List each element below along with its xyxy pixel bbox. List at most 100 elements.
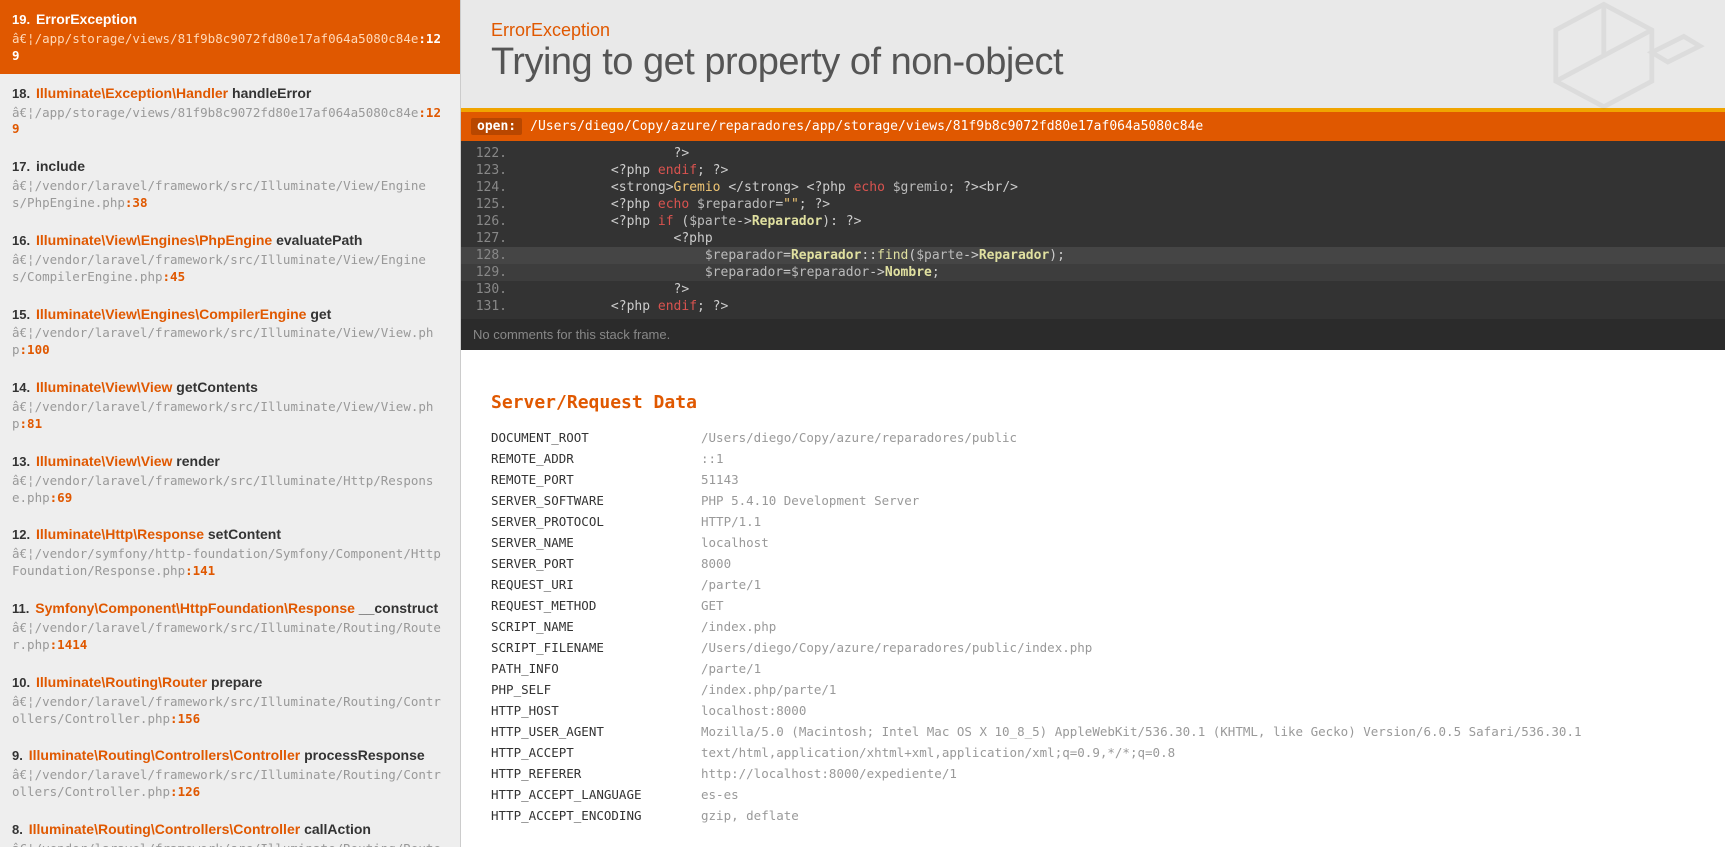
frame-number: 9. <box>12 748 23 763</box>
stack-frame[interactable]: 13. Illuminate\View\View renderâ€¦/vendo… <box>0 442 460 516</box>
server-row: SERVER_NAMElocalhost <box>491 532 1695 553</box>
stack-frame[interactable]: 15. Illuminate\View\Engines\CompilerEngi… <box>0 295 460 369</box>
code-line: 131. <?php endif; ?> <box>461 298 1725 315</box>
source-code: 122. ?>123. <?php endif; ?>124. <strong>… <box>461 141 1725 319</box>
frame-number: 18. <box>12 86 30 101</box>
open-label: open: <box>471 118 522 135</box>
frame-path: â€¦/vendor/laravel/framework/src/Illumin… <box>12 325 448 359</box>
stack-frame[interactable]: 8. Illuminate\Routing\Controllers\Contro… <box>0 810 460 847</box>
frame-number: 15. <box>12 307 30 322</box>
server-row: HTTP_ACCEPTtext/html,application/xhtml+x… <box>491 742 1695 763</box>
code-line: 129. $reparador=$reparador->Nombre; <box>461 264 1725 281</box>
stack-frame[interactable]: 14. Illuminate\View\View getContents â€¦/… <box>0 368 460 442</box>
frame-path: â€¦/app/storage/views/81f9b8c9072fd80e17… <box>12 31 448 65</box>
server-key: HTTP_ACCEPT <box>491 742 701 763</box>
frame-method: prepare <box>211 674 262 690</box>
stack-frame[interactable]: 16. Illuminate\View\Engines\PhpEngine ev… <box>0 221 460 295</box>
server-value: localhost:8000 <box>701 700 1695 721</box>
frame-method: include <box>36 158 85 174</box>
server-value: /parte/1 <box>701 574 1695 595</box>
server-key: SERVER_NAME <box>491 532 701 553</box>
source-panel: open: /Users/diego/Copy/azure/reparadore… <box>461 112 1725 350</box>
frame-path: â€¦/vendor/laravel/framework/src/Illumin… <box>12 252 448 286</box>
exception-message: Trying to get property of non-object <box>491 41 1695 84</box>
frame-method: evaluatePath <box>276 232 362 248</box>
frame-number: 14. <box>12 380 30 395</box>
exception-name: ErrorException <box>491 20 1695 41</box>
frame-path: â€¦/vendor/laravel/framework/src/Illumin… <box>12 694 448 728</box>
frame-class: Illuminate\Http\Response <box>36 526 204 542</box>
server-key: HTTP_REFERER <box>491 763 701 784</box>
server-data-table: DOCUMENT_ROOT/Users/diego/Copy/azure/rep… <box>491 427 1695 826</box>
frame-comments: No comments for this stack frame. <box>461 319 1725 350</box>
server-key: SERVER_SOFTWARE <box>491 490 701 511</box>
stack-frame[interactable]: 9. Illuminate\Routing\Controllers\Contro… <box>0 736 460 810</box>
server-value: PHP 5.4.10 Development Server <box>701 490 1695 511</box>
server-row: HTTP_ACCEPT_ENCODINGgzip, deflate <box>491 805 1695 826</box>
code-line: 122. ?> <box>461 145 1725 162</box>
server-key: HTTP_USER_AGENT <box>491 721 701 742</box>
stack-frame[interactable]: 18. Illuminate\Exception\Handler handleE… <box>0 74 460 148</box>
stack-frame[interactable]: 10. Illuminate\Routing\Router prepare â€¦… <box>0 663 460 737</box>
server-data-title: Server/Request Data <box>461 350 1725 427</box>
server-row: SERVER_SOFTWAREPHP 5.4.10 Development Se… <box>491 490 1695 511</box>
server-value: /Users/diego/Copy/azure/reparadores/publ… <box>701 427 1695 448</box>
server-key: HTTP_HOST <box>491 700 701 721</box>
server-key: HTTP_ACCEPT_ENCODING <box>491 805 701 826</box>
server-row: SERVER_PROTOCOLHTTP/1.1 <box>491 511 1695 532</box>
server-value: /index.php/parte/1 <box>701 679 1695 700</box>
server-value: GET <box>701 595 1695 616</box>
frame-method: __construct <box>359 600 438 616</box>
server-value: HTTP/1.1 <box>701 511 1695 532</box>
server-value: 51143 <box>701 469 1695 490</box>
server-row: PHP_SELF/index.php/parte/1 <box>491 679 1695 700</box>
frame-class: Illuminate\View\View <box>36 453 172 469</box>
server-value: /parte/1 <box>701 658 1695 679</box>
frame-class: Illuminate\Routing\Router <box>36 674 207 690</box>
frame-method: getContents <box>176 379 258 395</box>
main-panel: ErrorException Trying to get property of… <box>461 0 1725 847</box>
server-row: HTTP_ACCEPT_LANGUAGEes-es <box>491 784 1695 805</box>
frame-number: 10. <box>12 675 30 690</box>
frame-number: 12. <box>12 527 30 542</box>
stack-frame[interactable]: 19. ErrorException â€¦/app/storage/views… <box>0 0 460 74</box>
laravel-logo-icon <box>1533 0 1713 147</box>
frame-path: â€¦/vendor/laravel/framework/src/Illumin… <box>12 841 448 847</box>
frame-class: Illuminate\View\View <box>36 379 172 395</box>
server-key: SERVER_PROTOCOL <box>491 511 701 532</box>
server-row: PATH_INFO/parte/1 <box>491 658 1695 679</box>
frame-path: â€¦/vendor/laravel/framework/src/Illumin… <box>12 178 448 212</box>
frame-method: render <box>176 453 220 469</box>
server-row: SERVER_PORT8000 <box>491 553 1695 574</box>
frame-method: processResponse <box>304 747 425 763</box>
server-value: 8000 <box>701 553 1695 574</box>
stack-frame[interactable]: 11. Symfony\Component\HttpFoundation\Res… <box>0 589 460 663</box>
stack-frame[interactable]: 12. Illuminate\Http\Response setContentâ… <box>0 515 460 589</box>
frame-class: Symfony\Component\HttpFoundation\Respons… <box>35 600 355 616</box>
frame-class: Illuminate\Exception\Handler <box>36 85 228 101</box>
stack-frame[interactable]: 17. include â€¦/vendor/laravel/framework/… <box>0 147 460 221</box>
server-key: SERVER_PORT <box>491 553 701 574</box>
frame-method: callAction <box>304 821 371 837</box>
server-value: /Users/diego/Copy/azure/reparadores/publ… <box>701 637 1695 658</box>
frame-class: Illuminate\Routing\Controllers\Controlle… <box>29 747 300 763</box>
code-line: 127. <?php <box>461 230 1725 247</box>
frame-number: 19. <box>12 12 30 27</box>
server-value: gzip, deflate <box>701 805 1695 826</box>
frame-class: ErrorException <box>36 11 137 27</box>
server-value: ::1 <box>701 448 1695 469</box>
frame-path: â€¦/vendor/laravel/framework/src/Illumin… <box>12 767 448 801</box>
frame-method: get <box>310 306 331 322</box>
frame-class: Illuminate\Routing\Controllers\Controlle… <box>29 821 300 837</box>
code-line: 124. <strong>Gremio </strong> <?php echo… <box>461 179 1725 196</box>
server-value: Mozilla/5.0 (Macintosh; Intel Mac OS X 1… <box>701 721 1695 742</box>
code-line: 123. <?php endif; ?> <box>461 162 1725 179</box>
code-line: 126. <?php if ($parte->Reparador): ?> <box>461 213 1725 230</box>
frame-number: 17. <box>12 159 30 174</box>
server-row: SCRIPT_FILENAME/Users/diego/Copy/azure/r… <box>491 637 1695 658</box>
frame-path: â€¦/vendor/laravel/framework/src/Illumin… <box>12 399 448 433</box>
frame-method: handleError <box>232 85 311 101</box>
server-row: REMOTE_PORT51143 <box>491 469 1695 490</box>
server-key: HTTP_ACCEPT_LANGUAGE <box>491 784 701 805</box>
frame-number: 11. <box>12 601 29 616</box>
